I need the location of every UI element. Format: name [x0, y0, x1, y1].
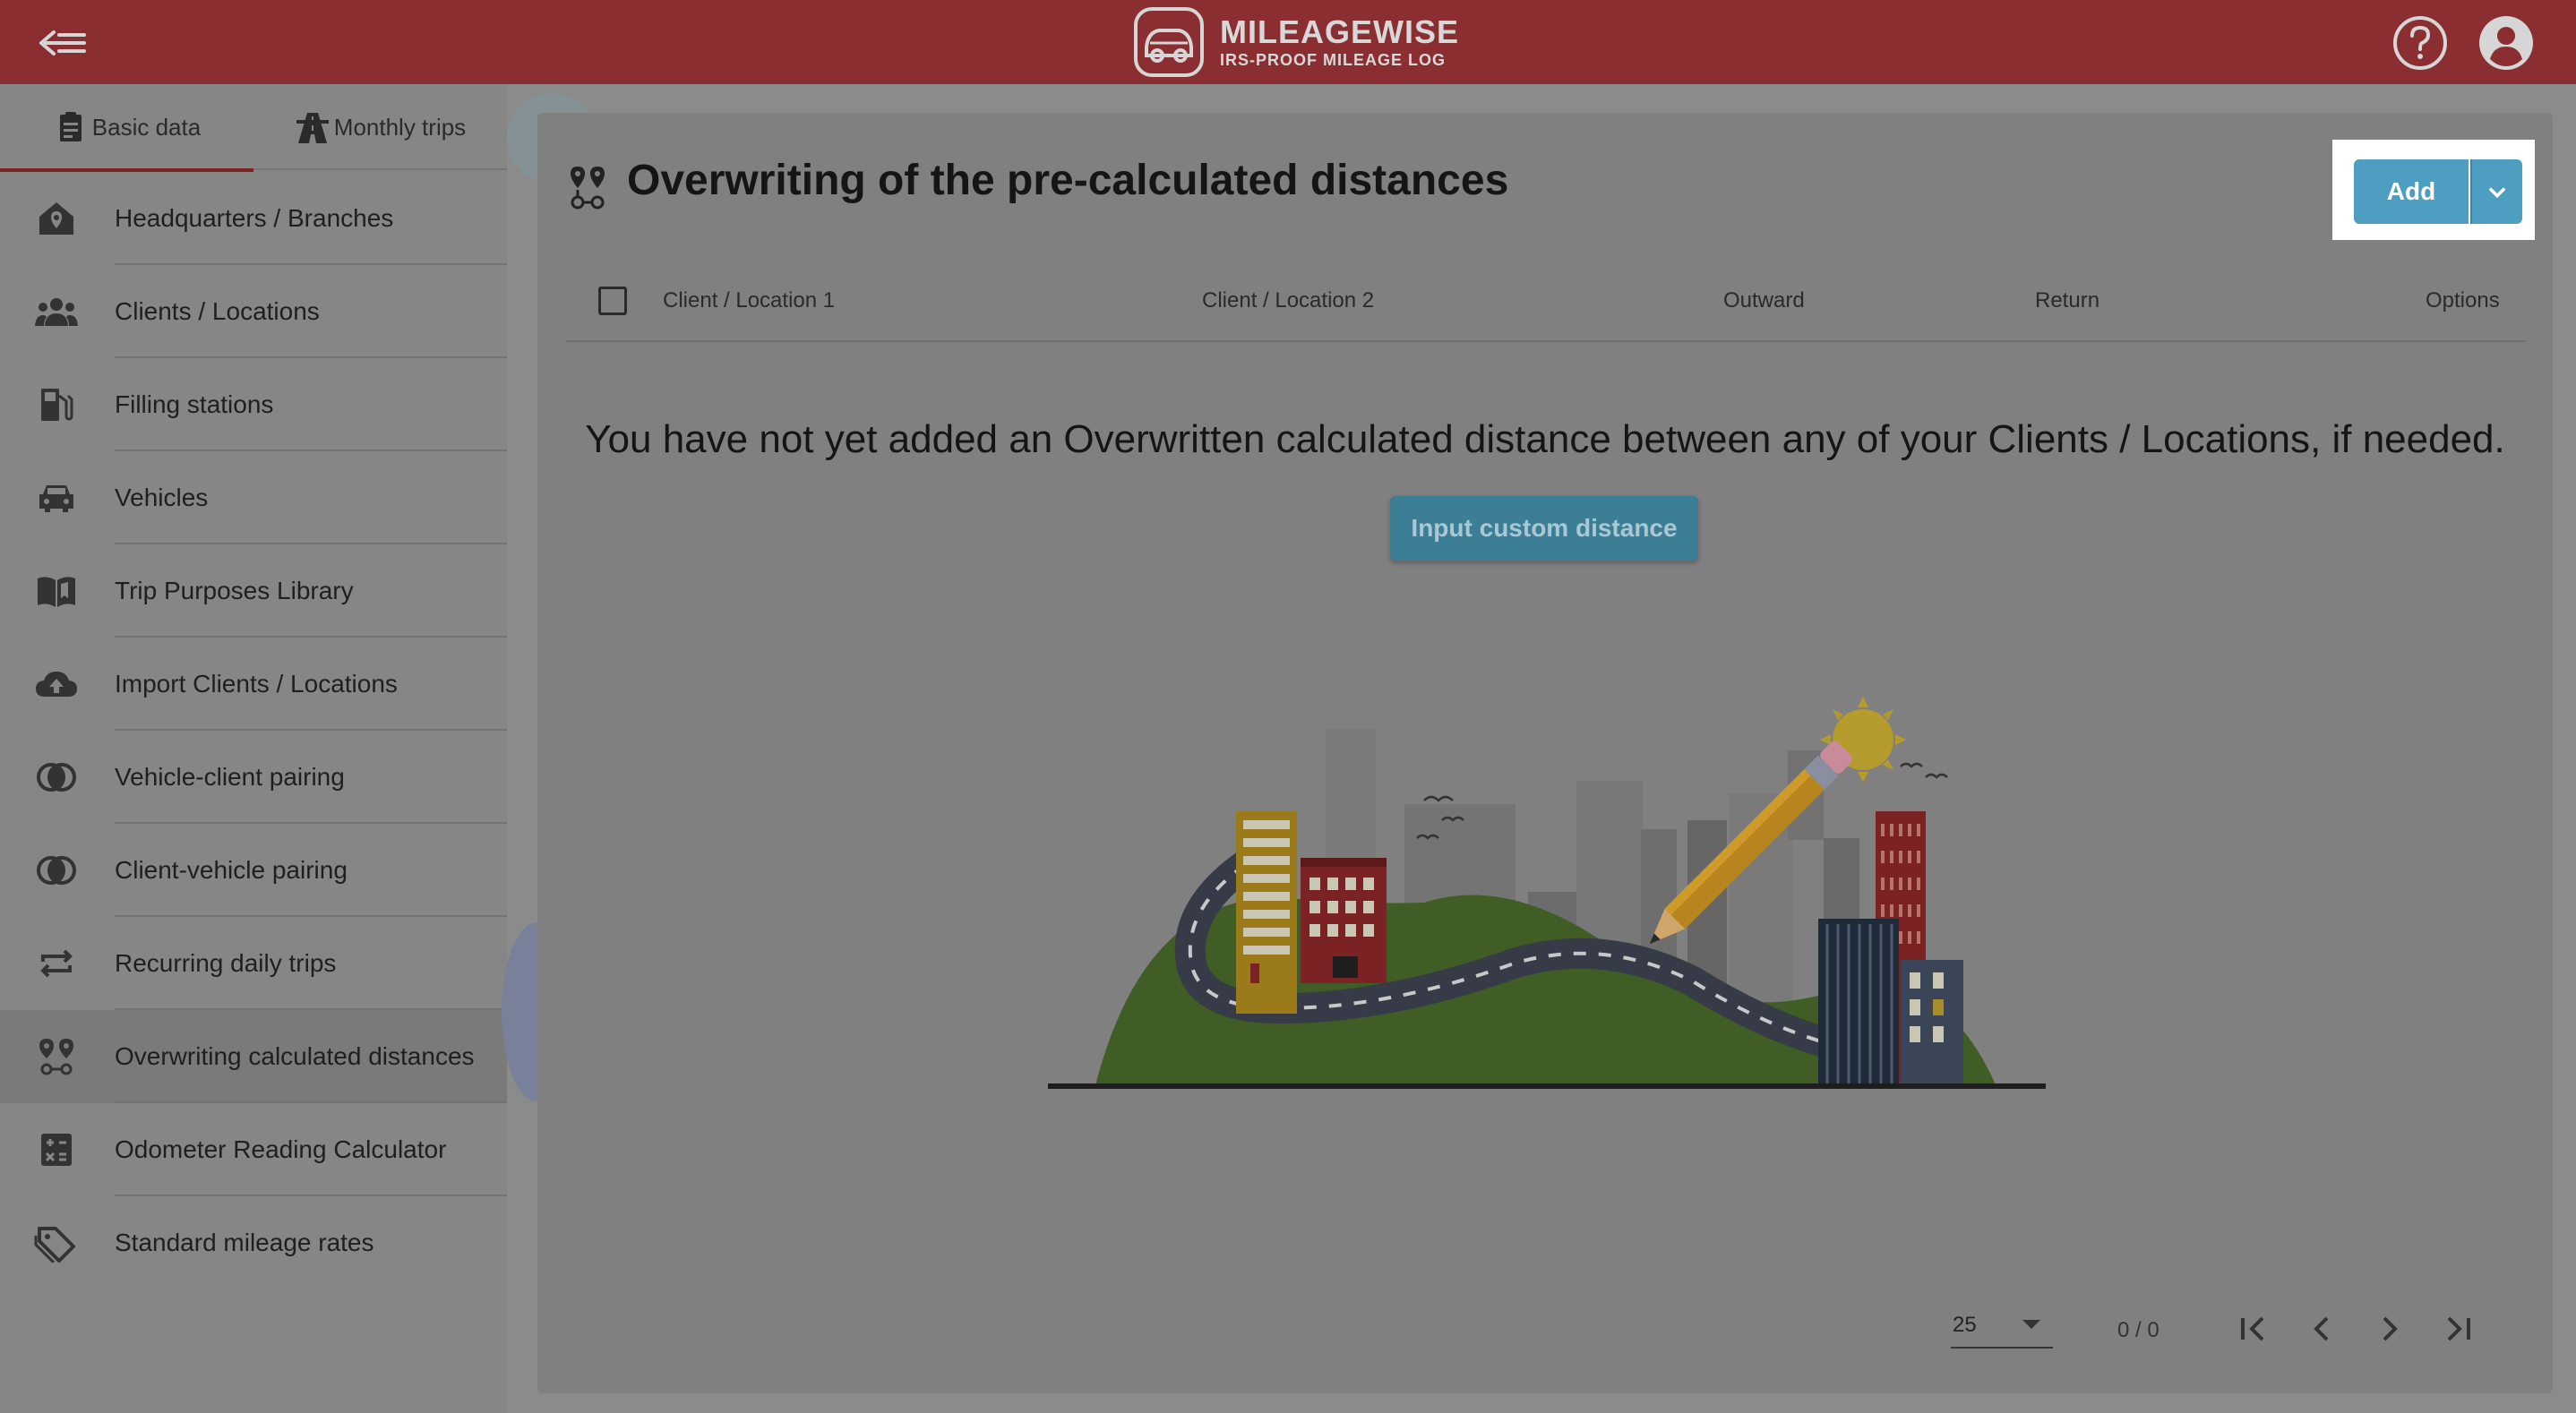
- brand-tagline: IRS-PROOF MILEAGE LOG: [1220, 51, 1447, 69]
- column-outward[interactable]: Outward: [1723, 288, 1805, 313]
- tag-icon: [34, 1227, 75, 1263]
- add-button-highlight: Add: [2332, 140, 2535, 240]
- first-page-icon[interactable]: [2230, 1306, 2277, 1352]
- sidebar-item-label: Vehicles: [115, 484, 209, 511]
- brand-logo: MILEAGEWISE IRS-PROOF MILEAGE LOG: [1132, 4, 1459, 81]
- sidebar-item-vehicles[interactable]: Vehicles: [0, 451, 507, 544]
- chevron-down-icon: [2488, 187, 2506, 199]
- main-card: Overwriting of the pre-calculated distan…: [537, 113, 2553, 1393]
- sidebar-menu: Headquarters / Branches Clients / Locati…: [0, 172, 507, 1289]
- sidebar-item-label: Headquarters / Branches: [115, 204, 394, 232]
- last-page-icon[interactable]: [2434, 1306, 2481, 1352]
- page-size-select[interactable]: 25: [1951, 1304, 2053, 1349]
- sidebar-item-headquarters[interactable]: Headquarters / Branches: [0, 172, 507, 265]
- tab-basic-data[interactable]: Basic data: [0, 84, 253, 172]
- page-range: 0 / 0: [2117, 1318, 2160, 1342]
- sidebar-item-label: Recurring daily trips: [115, 949, 337, 977]
- add-dropdown-button[interactable]: [2470, 159, 2522, 224]
- sidebar-item-filling-stations[interactable]: Filling stations: [0, 358, 507, 451]
- tab-monthly-trips[interactable]: Monthly trips: [253, 84, 507, 170]
- sidebar-item-label: Standard mileage rates: [115, 1229, 374, 1256]
- empty-state-message: You have not yet added an Overwritten ca…: [585, 417, 2505, 461]
- sidebar: Basic data Monthly trips Headquarters / …: [0, 84, 507, 1413]
- route-pins-icon: [571, 167, 605, 210]
- sidebar-item-import-clients[interactable]: Import Clients / Locations: [0, 638, 507, 731]
- cloud-upload-icon: [36, 672, 77, 697]
- column-return[interactable]: Return: [2035, 288, 2099, 313]
- sidebar-item-overwriting-distances[interactable]: Overwriting calculated distances: [0, 1010, 507, 1103]
- sidebar-item-clients[interactable]: Clients / Locations: [0, 265, 507, 358]
- next-page-icon[interactable]: [2366, 1306, 2413, 1352]
- sidebar-item-odometer-calculator[interactable]: Odometer Reading Calculator: [0, 1103, 507, 1196]
- brand-name: MILEAGEWISE: [1220, 13, 1460, 50]
- pairing-icon: [37, 763, 76, 792]
- previous-page-icon[interactable]: [2298, 1306, 2345, 1352]
- sidebar-item-label: Overwriting calculated distances: [115, 1042, 475, 1070]
- sidebar-item-label: Filling stations: [115, 390, 274, 418]
- tab-basic-data-label: Basic data: [91, 113, 202, 141]
- sidebar-item-label: Vehicle-client pairing: [115, 763, 345, 791]
- sidebar-item-label: Clients / Locations: [115, 297, 320, 325]
- pairing-icon: [37, 856, 76, 885]
- sidebar-item-label: Client-vehicle pairing: [115, 856, 348, 884]
- people-icon: [35, 298, 78, 326]
- column-options: Options: [2426, 288, 2500, 313]
- select-all-checkbox[interactable]: [598, 287, 627, 315]
- home-pin-icon: [39, 202, 73, 235]
- back-arrow-icon[interactable]: [38, 25, 88, 61]
- sidebar-item-vehicle-client-pairing[interactable]: Vehicle-client pairing: [0, 731, 507, 824]
- sidebar-item-client-vehicle-pairing[interactable]: Client-vehicle pairing: [0, 824, 507, 917]
- book-icon: [38, 577, 75, 607]
- account-icon[interactable]: [2477, 14, 2535, 72]
- column-client-location-2[interactable]: Client / Location 2: [1202, 288, 1374, 313]
- sidebar-item-label: Odometer Reading Calculator: [115, 1135, 447, 1163]
- car-icon: [39, 485, 73, 512]
- logo-car-icon: [1134, 7, 1204, 77]
- page-size-value: 25: [1953, 1313, 1977, 1337]
- add-button[interactable]: Add: [2354, 159, 2469, 224]
- repeat-icon: [40, 949, 73, 978]
- tab-monthly-trips-label: Monthly trips: [333, 113, 467, 141]
- gas-station-icon: [41, 389, 73, 421]
- dropdown-caret-icon: [2022, 1320, 2040, 1329]
- city-road-illustration: [1048, 697, 2046, 1089]
- route-pins-icon: [39, 1039, 73, 1075]
- sidebar-tabs: Basic data Monthly trips: [0, 84, 507, 172]
- calculator-icon: [41, 1134, 72, 1166]
- sidebar-item-recurring-trips[interactable]: Recurring daily trips: [0, 917, 507, 1010]
- sidebar-item-label: Import Clients / Locations: [115, 670, 398, 698]
- clipboard-icon: [59, 112, 82, 141]
- help-icon[interactable]: [2391, 14, 2449, 72]
- table-header: Client / Location 1 Client / Location 2 …: [566, 260, 2526, 342]
- road-icon: [296, 113, 329, 143]
- page-title: Overwriting of the pre-calculated distan…: [627, 157, 1509, 204]
- column-client-location-1[interactable]: Client / Location 1: [663, 288, 835, 313]
- input-custom-distance-button[interactable]: Input custom distance: [1390, 496, 1698, 561]
- sidebar-item-mileage-rates[interactable]: Standard mileage rates: [0, 1196, 507, 1289]
- sidebar-item-label: Trip Purposes Library: [115, 577, 354, 604]
- top-bar: MILEAGEWISE IRS-PROOF MILEAGE LOG: [0, 0, 2576, 84]
- sidebar-item-trip-purposes[interactable]: Trip Purposes Library: [0, 544, 507, 638]
